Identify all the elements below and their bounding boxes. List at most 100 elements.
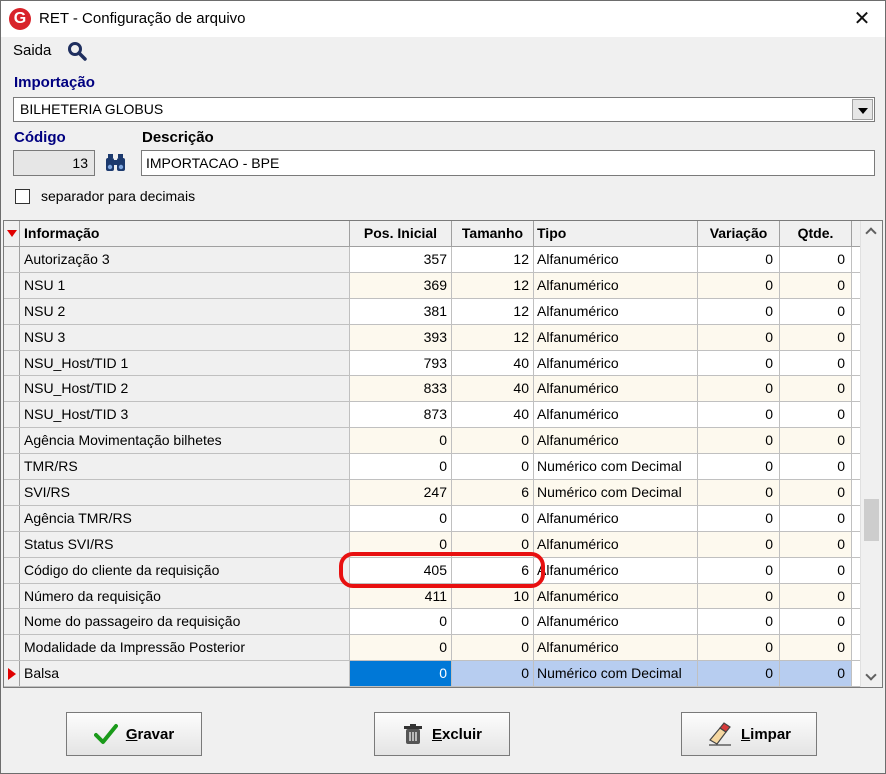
col-header-qtde[interactable]: Qtde.	[780, 221, 852, 246]
cell-tam[interactable]: 0	[452, 428, 534, 454]
row-indicator[interactable]	[4, 324, 20, 350]
cell-qtd[interactable]: 0	[780, 247, 852, 272]
cell-var[interactable]: 0	[698, 454, 780, 480]
row-indicator[interactable]	[4, 505, 20, 531]
cell-var[interactable]: 0	[698, 557, 780, 583]
col-header-informacao[interactable]: Informação	[20, 221, 350, 246]
table-row[interactable]: Autorização 3 357 12 Alfanumérico 0 0	[4, 247, 860, 273]
excluir-button[interactable]: Excluir	[374, 712, 510, 756]
cell-tipo[interactable]: Alfanumérico	[534, 298, 698, 324]
cell-tam[interactable]: 40	[452, 402, 534, 428]
cell-tam[interactable]: 0	[452, 661, 534, 687]
table-row[interactable]: SVI/RS 247 6 Numérico com Decimal 0 0	[4, 480, 860, 506]
row-indicator[interactable]	[4, 635, 20, 661]
menu-item-saida[interactable]: Saida	[13, 42, 51, 59]
cell-qtd[interactable]: 0	[780, 505, 852, 531]
cell-pos[interactable]: 0	[350, 505, 452, 531]
cell-pos[interactable]: 0	[350, 454, 452, 480]
cell-tipo[interactable]: Alfanumérico	[534, 609, 698, 635]
cell-qtd[interactable]: 0	[780, 272, 852, 298]
cell-info[interactable]: NSU_Host/TID 2	[20, 376, 350, 402]
row-indicator[interactable]	[4, 350, 20, 376]
row-indicator[interactable]	[4, 531, 20, 557]
cell-tipo[interactable]: Alfanumérico	[534, 324, 698, 350]
table-row[interactable]: Agência TMR/RS 0 0 Alfanumérico 0 0	[4, 505, 860, 532]
cell-tam[interactable]: 40	[452, 350, 534, 376]
cell-tipo[interactable]: Alfanumérico	[534, 247, 698, 272]
cell-qtd[interactable]: 0	[780, 376, 852, 402]
cell-qtd[interactable]: 0	[780, 583, 852, 609]
row-indicator[interactable]	[4, 428, 20, 454]
cell-var[interactable]: 0	[698, 324, 780, 350]
cell-var[interactable]: 0	[698, 350, 780, 376]
row-indicator[interactable]	[4, 298, 20, 324]
cell-tipo[interactable]: Alfanumérico	[534, 402, 698, 428]
cell-qtd[interactable]: 0	[780, 531, 852, 557]
cell-var[interactable]: 0	[698, 505, 780, 531]
cell-info[interactable]: Código do cliente da requisição	[20, 557, 350, 583]
cell-tipo[interactable]: Alfanumérico	[534, 505, 698, 531]
row-indicator[interactable]	[4, 661, 20, 687]
cell-info[interactable]: Autorização 3	[20, 247, 350, 272]
close-button[interactable]: ✕	[839, 1, 885, 37]
cell-var[interactable]: 0	[698, 428, 780, 454]
cell-pos[interactable]: 0	[350, 635, 452, 661]
cell-qtd[interactable]: 0	[780, 428, 852, 454]
cell-tam[interactable]: 6	[452, 557, 534, 583]
cell-info[interactable]: NSU_Host/TID 3	[20, 402, 350, 428]
table-row[interactable]: NSU 1 369 12 Alfanumérico 0 0	[4, 272, 860, 299]
limpar-button[interactable]: Limpar	[681, 712, 817, 756]
cell-var[interactable]: 0	[698, 402, 780, 428]
cell-tipo[interactable]: Alfanumérico	[534, 350, 698, 376]
cell-info[interactable]: Número da requisição	[20, 583, 350, 609]
row-indicator[interactable]	[4, 402, 20, 428]
cell-qtd[interactable]: 0	[780, 350, 852, 376]
row-indicator[interactable]	[4, 557, 20, 583]
cell-info[interactable]: Agência Movimentação bilhetes	[20, 428, 350, 454]
cell-tam[interactable]: 12	[452, 272, 534, 298]
table-row[interactable]: NSU 2 381 12 Alfanumérico 0 0	[4, 298, 860, 325]
cell-info[interactable]: SVI/RS	[20, 480, 350, 505]
cell-pos[interactable]: 411	[350, 583, 452, 609]
cell-tipo[interactable]: Alfanumérico	[534, 557, 698, 583]
cell-pos[interactable]: 357	[350, 247, 452, 272]
cell-info[interactable]: NSU 2	[20, 298, 350, 324]
cell-tam[interactable]: 0	[452, 635, 534, 661]
row-indicator[interactable]	[4, 454, 20, 480]
col-header-tamanho[interactable]: Tamanho	[452, 221, 534, 246]
cell-qtd[interactable]: 0	[780, 557, 852, 583]
cell-var[interactable]: 0	[698, 480, 780, 505]
cell-qtd[interactable]: 0	[780, 298, 852, 324]
cell-pos[interactable]: 0	[350, 531, 452, 557]
cell-info[interactable]: TMR/RS	[20, 454, 350, 480]
table-row[interactable]: NSU_Host/TID 2 833 40 Alfanumérico 0 0	[4, 376, 860, 403]
cell-pos[interactable]: 0	[350, 609, 452, 635]
table-row[interactable]: TMR/RS 0 0 Numérico com Decimal 0 0	[4, 454, 860, 481]
cell-tam[interactable]: 0	[452, 531, 534, 557]
importacao-select[interactable]: BILHETERIA GLOBUS	[13, 97, 875, 122]
cell-var[interactable]: 0	[698, 635, 780, 661]
cell-tipo[interactable]: Alfanumérico	[534, 583, 698, 609]
cell-tipo[interactable]: Numérico com Decimal	[534, 480, 698, 505]
search-icon[interactable]	[67, 41, 87, 61]
cell-info[interactable]: Agência TMR/RS	[20, 505, 350, 531]
cell-qtd[interactable]: 0	[780, 635, 852, 661]
scroll-thumb[interactable]	[864, 499, 879, 541]
cell-qtd[interactable]: 0	[780, 661, 852, 687]
descricao-field[interactable]: IMPORTACAO - BPE	[141, 150, 875, 176]
cell-qtd[interactable]: 0	[780, 324, 852, 350]
cell-info[interactable]: NSU 1	[20, 272, 350, 298]
cell-tipo[interactable]: Alfanumérico	[534, 635, 698, 661]
chevron-down-icon[interactable]	[852, 99, 873, 120]
cell-info[interactable]: NSU 3	[20, 324, 350, 350]
cell-pos[interactable]: 369	[350, 272, 452, 298]
cell-tipo[interactable]: Numérico com Decimal	[534, 454, 698, 480]
cell-pos[interactable]: 405	[350, 557, 452, 583]
cell-tam[interactable]: 12	[452, 247, 534, 272]
cell-info[interactable]: Nome do passageiro da requisição	[20, 609, 350, 635]
cell-qtd[interactable]: 0	[780, 402, 852, 428]
row-indicator[interactable]	[4, 583, 20, 609]
col-header-pos-inicial[interactable]: Pos. Inicial	[350, 221, 452, 246]
row-indicator[interactable]	[4, 247, 20, 272]
cell-tam[interactable]: 0	[452, 454, 534, 480]
